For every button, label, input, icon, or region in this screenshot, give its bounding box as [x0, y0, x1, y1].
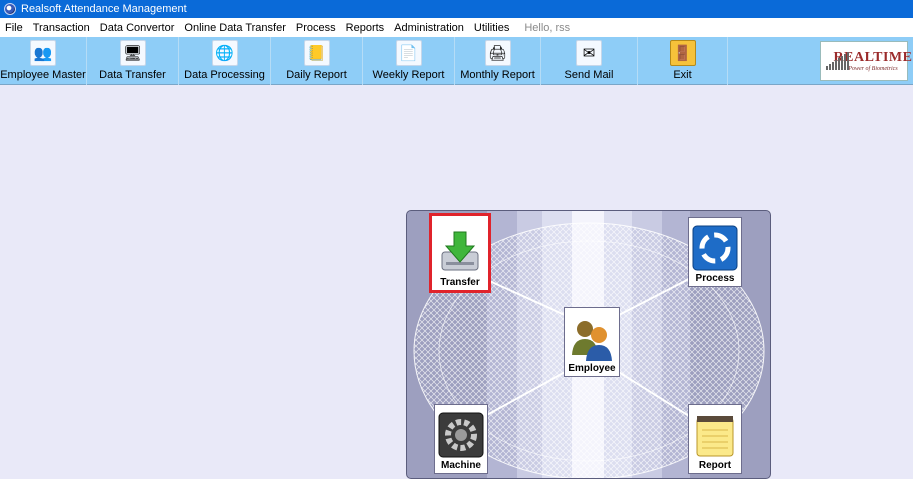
menu-online-data-transfer[interactable]: Online Data Transfer: [179, 22, 291, 34]
window-title: Realsoft Attendance Management: [21, 3, 187, 15]
process-label: Process: [695, 273, 735, 284]
app-icon: [4, 3, 16, 15]
report-node[interactable]: Report: [688, 404, 742, 474]
report-label: Report: [698, 460, 732, 471]
transfer-node[interactable]: Transfer: [429, 213, 491, 293]
menu-administration[interactable]: Administration: [389, 22, 469, 34]
menu-process[interactable]: Process: [291, 22, 341, 34]
employee-master-button[interactable]: 👥 Employee Master: [0, 37, 87, 85]
monthly-report-label: Monthly Report: [460, 69, 535, 81]
daily-report-label: Daily Report: [286, 69, 347, 81]
transfer-label: Transfer: [440, 277, 480, 288]
machine-label: Machine: [440, 460, 481, 471]
toolbar: 👥 Employee Master 🖥 Data Transfer 🌐 Data…: [0, 37, 913, 85]
printer-icon: 🖨: [484, 40, 511, 66]
data-processing-button[interactable]: 🌐 Data Processing: [179, 37, 271, 85]
logo-bars-icon: [826, 52, 849, 70]
menu-reports[interactable]: Reports: [341, 22, 390, 34]
gear-icon: [437, 412, 485, 458]
employees-icon: 👥: [30, 40, 56, 66]
send-mail-button[interactable]: ✉ Send Mail: [541, 37, 638, 85]
logo-tagline: Power of Biometrics: [848, 66, 898, 72]
computer-transfer-icon: 🖥: [119, 40, 146, 66]
weekly-report-label: Weekly Report: [372, 69, 445, 81]
data-processing-label: Data Processing: [184, 69, 265, 81]
document-icon: 📄: [395, 40, 422, 66]
data-transfer-button[interactable]: 🖥 Data Transfer: [87, 37, 179, 85]
send-mail-label: Send Mail: [564, 69, 614, 81]
menu-utilities[interactable]: Utilities: [469, 22, 514, 34]
users-icon: [568, 315, 616, 361]
employee-node[interactable]: Employee: [564, 307, 620, 377]
menu-bar: File Transaction Data Convertor Online D…: [0, 18, 913, 37]
daily-report-button[interactable]: 📒 Daily Report: [271, 37, 363, 85]
process-node[interactable]: Process: [688, 217, 742, 287]
notepad-icon: [691, 412, 739, 458]
notepad-icon: 📒: [303, 40, 330, 66]
machine-node[interactable]: Machine: [434, 404, 488, 474]
menu-data-convertor[interactable]: Data Convertor: [95, 22, 180, 34]
circular-arrows-icon: [691, 225, 739, 271]
data-transfer-label: Data Transfer: [99, 69, 166, 81]
exit-door-icon: 🚪: [669, 40, 696, 66]
employee-master-label: Employee Master: [0, 69, 86, 81]
employee-label: Employee: [568, 363, 616, 374]
download-arrow-icon: [436, 229, 484, 275]
globe-icon: 🌐: [211, 40, 238, 66]
exit-button[interactable]: 🚪 Exit: [638, 37, 728, 85]
user-greeting: Hello, rss: [524, 21, 571, 34]
title-bar: Realsoft Attendance Management: [0, 0, 913, 18]
realtime-logo: REALTIME Power of Biometrics: [820, 41, 912, 81]
menu-file[interactable]: File: [0, 22, 28, 34]
menu-transaction[interactable]: Transaction: [28, 22, 95, 34]
monthly-report-button[interactable]: 🖨 Monthly Report: [455, 37, 541, 85]
envelope-icon: ✉: [576, 40, 602, 66]
weekly-report-button[interactable]: 📄 Weekly Report: [363, 37, 455, 85]
dashboard-panel: Transfer Process Employee Machine Report: [406, 210, 771, 479]
exit-label: Exit: [673, 69, 692, 81]
